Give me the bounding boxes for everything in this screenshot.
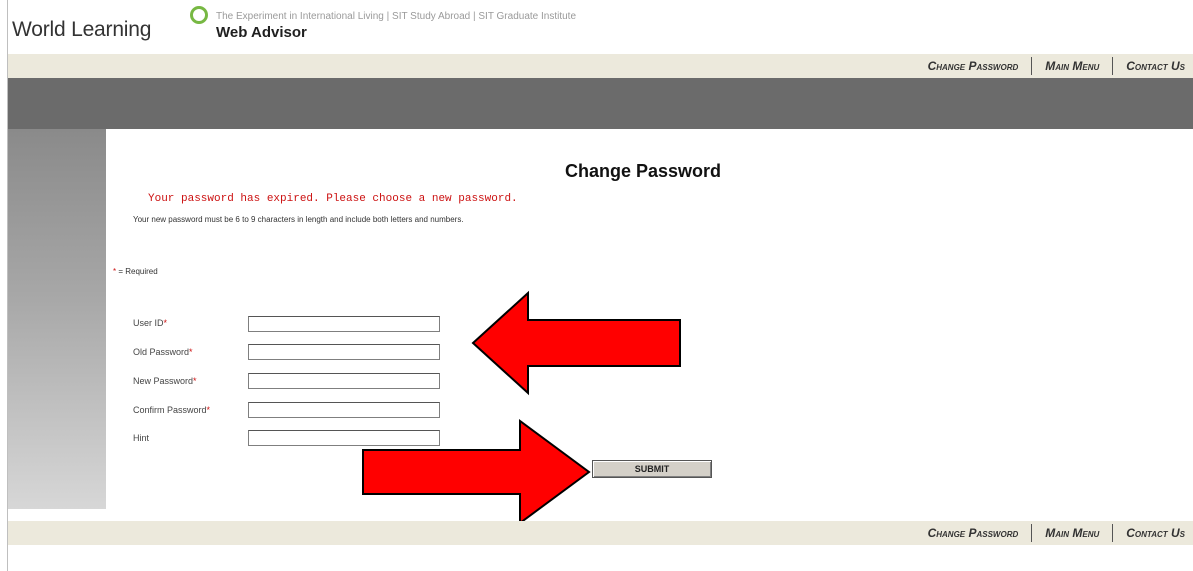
required-star: * xyxy=(206,405,211,415)
nav-contact-us-link[interactable]: Contact Us xyxy=(1126,59,1185,73)
required-star: * xyxy=(193,376,197,386)
nav-change-password-link[interactable]: Change Password xyxy=(928,59,1019,73)
brand-logo: World Learning xyxy=(12,18,152,41)
user-id-label-text: User ID xyxy=(133,318,164,328)
submit-button[interactable]: SUBMIT xyxy=(592,460,712,478)
required-star: * xyxy=(189,347,193,357)
user-id-input[interactable] xyxy=(248,316,440,332)
required-legend: * = Required xyxy=(113,267,158,276)
footer-change-password-link[interactable]: Change Password xyxy=(928,526,1019,540)
nav-divider xyxy=(1031,57,1033,75)
old-password-label-text: Old Password xyxy=(133,347,190,357)
nav-main-menu-link[interactable]: Main Menu xyxy=(1045,59,1099,73)
user-id-label: User ID* xyxy=(133,318,167,328)
confirm-password-label: Confirm Password* xyxy=(133,405,210,415)
new-password-label: New Password* xyxy=(133,376,197,386)
affiliates-text: The Experiment in International Living |… xyxy=(216,11,577,22)
new-password-label-text: New Password xyxy=(133,376,194,386)
old-password-input[interactable] xyxy=(248,344,440,360)
top-nav-bar: Change Password Main Menu Contact Us xyxy=(8,54,1193,78)
nav-divider xyxy=(1112,57,1114,75)
header-band xyxy=(8,78,1193,129)
required-text: = Required xyxy=(116,267,158,276)
required-star: * xyxy=(163,318,168,328)
expired-message: Your password has expired. Please choose… xyxy=(148,193,518,205)
bottom-nav-bar: Change Password Main Menu Contact Us xyxy=(8,521,1193,545)
nav-divider xyxy=(1031,524,1033,542)
hint-label: Hint xyxy=(133,433,149,443)
sidebar-shade xyxy=(8,129,106,509)
product-name: Web Advisor xyxy=(216,24,307,41)
confirm-password-input[interactable] xyxy=(248,402,440,418)
logo-ring-icon xyxy=(190,6,208,24)
password-rules: Your new password must be 6 to 9 charact… xyxy=(133,215,464,224)
arrow-right-icon xyxy=(362,419,591,525)
page-title: Change Password xyxy=(565,161,722,181)
old-password-label: Old Password* xyxy=(133,347,193,357)
confirm-password-label-text: Confirm Password xyxy=(133,405,207,415)
new-password-input[interactable] xyxy=(248,373,440,389)
hint-label-text: Hint xyxy=(133,433,150,443)
footer-main-menu-link[interactable]: Main Menu xyxy=(1045,526,1099,540)
nav-divider xyxy=(1112,524,1114,542)
arrow-left-icon xyxy=(471,290,681,396)
footer-contact-us-link[interactable]: Contact Us xyxy=(1126,526,1185,540)
